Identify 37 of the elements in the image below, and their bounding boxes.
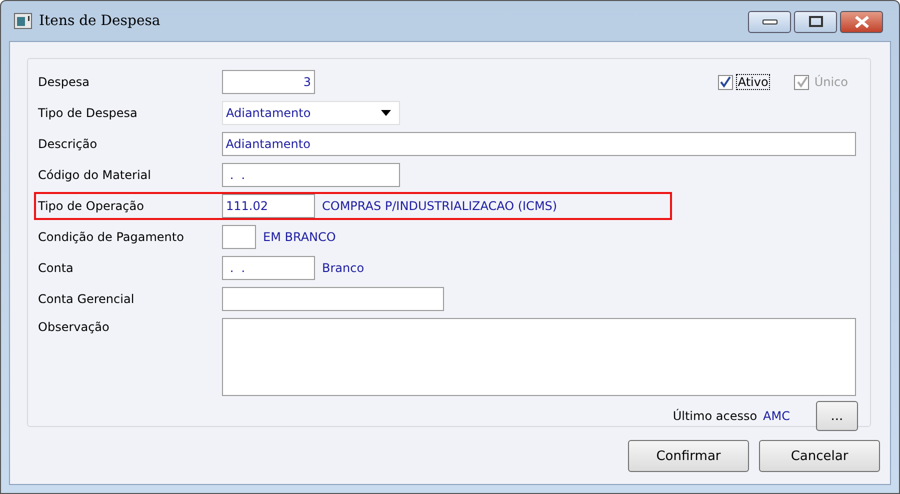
maximize-button[interactable] — [794, 11, 837, 33]
field-description: EM BRANCO — [263, 230, 336, 244]
input-field[interactable]: Adiantamento — [222, 132, 856, 156]
close-button[interactable] — [840, 11, 883, 33]
minimize-button[interactable] — [748, 11, 791, 33]
field-label: Descrição — [38, 137, 98, 151]
field-description: Branco — [322, 261, 364, 275]
field-label: Tipo de Despesa — [38, 106, 138, 120]
input-field[interactable]: 3 — [222, 70, 315, 94]
caret-icon — [381, 110, 391, 116]
field-label: Tipo de Operação — [38, 199, 145, 213]
window-title: Itens de Despesa — [39, 13, 160, 29]
field-label: Condição de Pagamento — [38, 230, 185, 244]
input-field[interactable]: . . — [222, 163, 400, 187]
input-field[interactable]: . . — [222, 256, 315, 280]
dropdown[interactable]: Adiantamento — [222, 101, 400, 125]
field-label: Conta — [38, 261, 74, 275]
last-access-label: Último acesso — [672, 409, 758, 423]
check-icon — [796, 76, 808, 88]
last-access-value: AMC — [763, 409, 790, 423]
field-description: COMPRAS P/INDUSTRIALIZACAO (ICMS) — [322, 199, 558, 213]
more-button[interactable]: ... — [816, 401, 858, 431]
dialog-button[interactable]: Confirmar — [628, 440, 749, 472]
minimize-icon — [762, 19, 778, 25]
field-label: Conta Gerencial — [38, 292, 136, 306]
check-icon — [719, 76, 732, 88]
close-icon — [854, 16, 870, 28]
input-field[interactable]: 111.02 — [222, 194, 315, 218]
field-label: Despesa — [38, 75, 90, 89]
text-area[interactable] — [222, 318, 856, 396]
input-field[interactable] — [222, 225, 256, 249]
dialog-button[interactable]: Cancelar — [759, 440, 880, 472]
field-label: Observação — [38, 319, 110, 334]
app-icon — [14, 13, 32, 29]
maximize-icon — [808, 16, 824, 28]
input-field[interactable] — [222, 287, 444, 311]
field-label: Código do Material — [38, 168, 152, 182]
